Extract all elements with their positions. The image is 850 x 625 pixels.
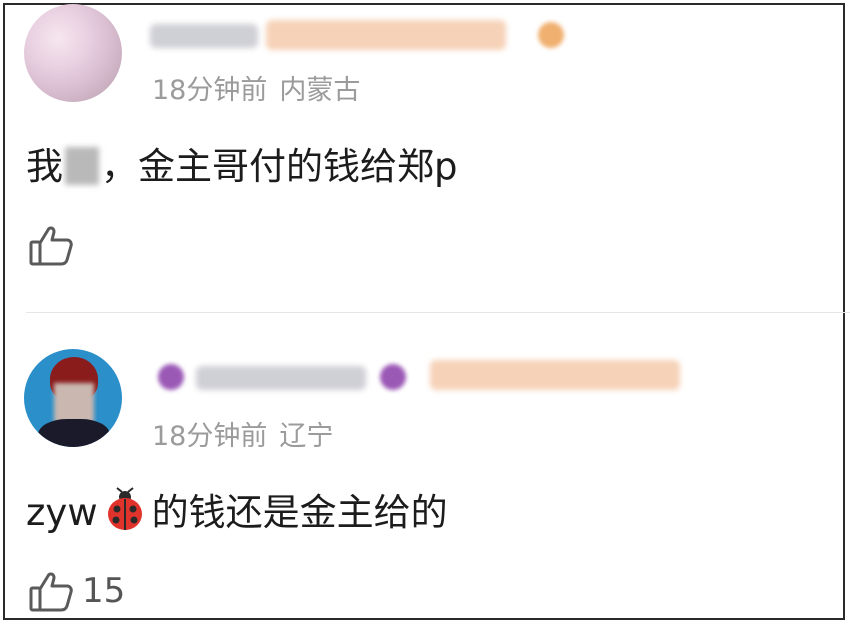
comment-text: 我 ，金主哥付的钱给郑p: [26, 136, 458, 190]
comment-item: 18分钟前 辽宁 zyw 的钱还是金主给的 15: [0, 316, 850, 625]
comment-time: 18分钟前: [152, 421, 268, 452]
avatar[interactable]: [24, 349, 122, 447]
username-blurred[interactable]: [150, 24, 258, 48]
comment-location: 内蒙古: [279, 75, 361, 106]
avatar[interactable]: [24, 4, 122, 102]
comment-time: 18分钟前: [152, 75, 268, 106]
grape-decoration-icon: [380, 364, 406, 390]
comment-text-part: zyw: [26, 491, 98, 534]
username-blurred[interactable]: [196, 366, 366, 390]
user-badge-blurred: [430, 360, 680, 390]
censored-text: [65, 147, 99, 185]
comment-meta: 18分钟前 内蒙古: [152, 68, 372, 107]
thumbs-up-icon: [29, 572, 73, 612]
divider: [26, 312, 850, 313]
like-count: 15: [82, 571, 126, 611]
comment-location: 辽宁: [279, 421, 334, 452]
comment-text-part: ，金主哥付的钱给郑p: [101, 145, 458, 188]
ladybug-icon: [102, 487, 148, 542]
comment-meta: 18分钟前 辽宁: [152, 414, 345, 453]
user-badge-blurred: [266, 20, 506, 50]
thumbs-up-icon: [29, 226, 73, 266]
badge-decoration-icon: [538, 22, 564, 48]
comment-text-part: 的钱还是金主给的: [151, 491, 448, 534]
comment-text: zyw 的钱还是金主给的: [26, 482, 448, 542]
comment-text-part: 我: [26, 145, 63, 188]
grape-decoration-icon: [158, 364, 184, 390]
like-button[interactable]: 15: [28, 568, 125, 614]
like-button[interactable]: [28, 222, 82, 268]
comment-item: 18分钟前 内蒙古 我 ，金主哥付的钱给郑p: [0, 0, 850, 310]
